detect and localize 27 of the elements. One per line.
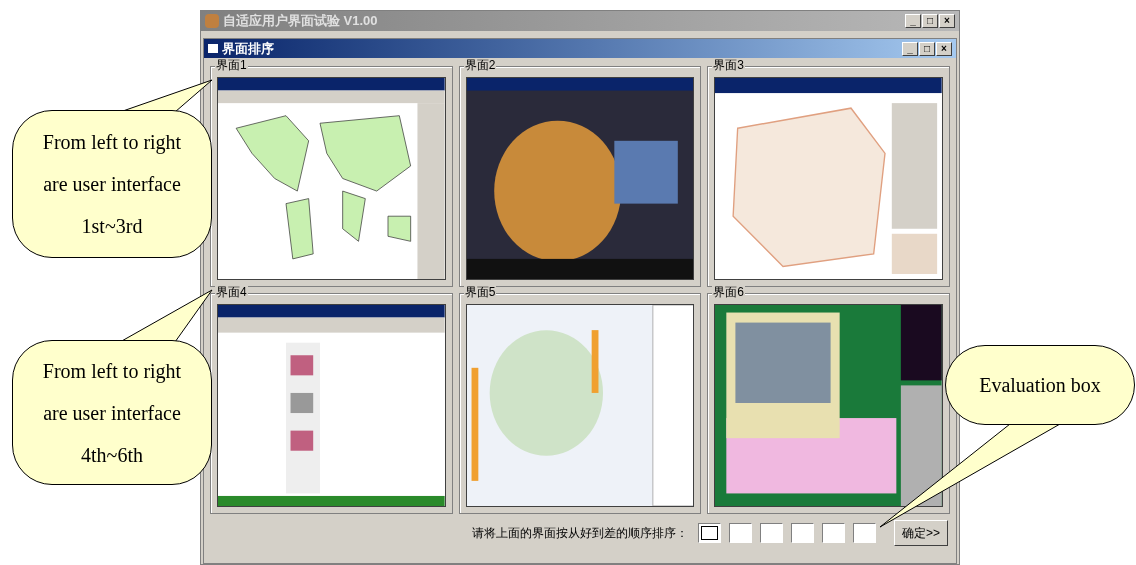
panel-label: 界面3 (712, 58, 745, 72)
panel-label: 界面1 (215, 58, 248, 72)
window-control-button[interactable]: _ (905, 14, 921, 28)
panel-label: 界面2 (463, 58, 497, 72)
callout-text: From left to right are user interface 1st~3rd (41, 130, 183, 239)
confirm-button[interactable]: 确定>> (894, 520, 948, 546)
window-title: 自适应用户界面试验 V1.00 (223, 12, 379, 31)
window-control-button[interactable]: □ (922, 14, 938, 28)
child-window-title: 界面排序 (222, 39, 275, 58)
rank-input-field[interactable] (822, 523, 845, 543)
window-icon (208, 44, 218, 53)
rank-input-field[interactable] (853, 523, 876, 543)
panel-label: 界面4 (215, 285, 248, 299)
window-control-button[interactable]: _ (902, 41, 918, 56)
rank-input-field[interactable] (729, 523, 752, 543)
panel-label: 界面5 (463, 285, 497, 299)
window-control-button[interactable]: × (936, 41, 952, 56)
window-control-button[interactable]: × (939, 14, 955, 28)
panel-label: 界面6 (712, 285, 745, 299)
rank-input-field[interactable] (698, 523, 721, 543)
callout-text: From left to right are user interface 4th~6th (41, 358, 183, 468)
window-control-button[interactable]: □ (919, 41, 935, 56)
rank-input-field[interactable] (791, 523, 814, 543)
callout-text: Evaluation box (979, 373, 1101, 398)
app-icon (205, 14, 219, 28)
ranking-prompt: 请将上面的界面按从好到差的顺序排序： (472, 525, 688, 542)
rank-input-field[interactable] (760, 523, 783, 543)
